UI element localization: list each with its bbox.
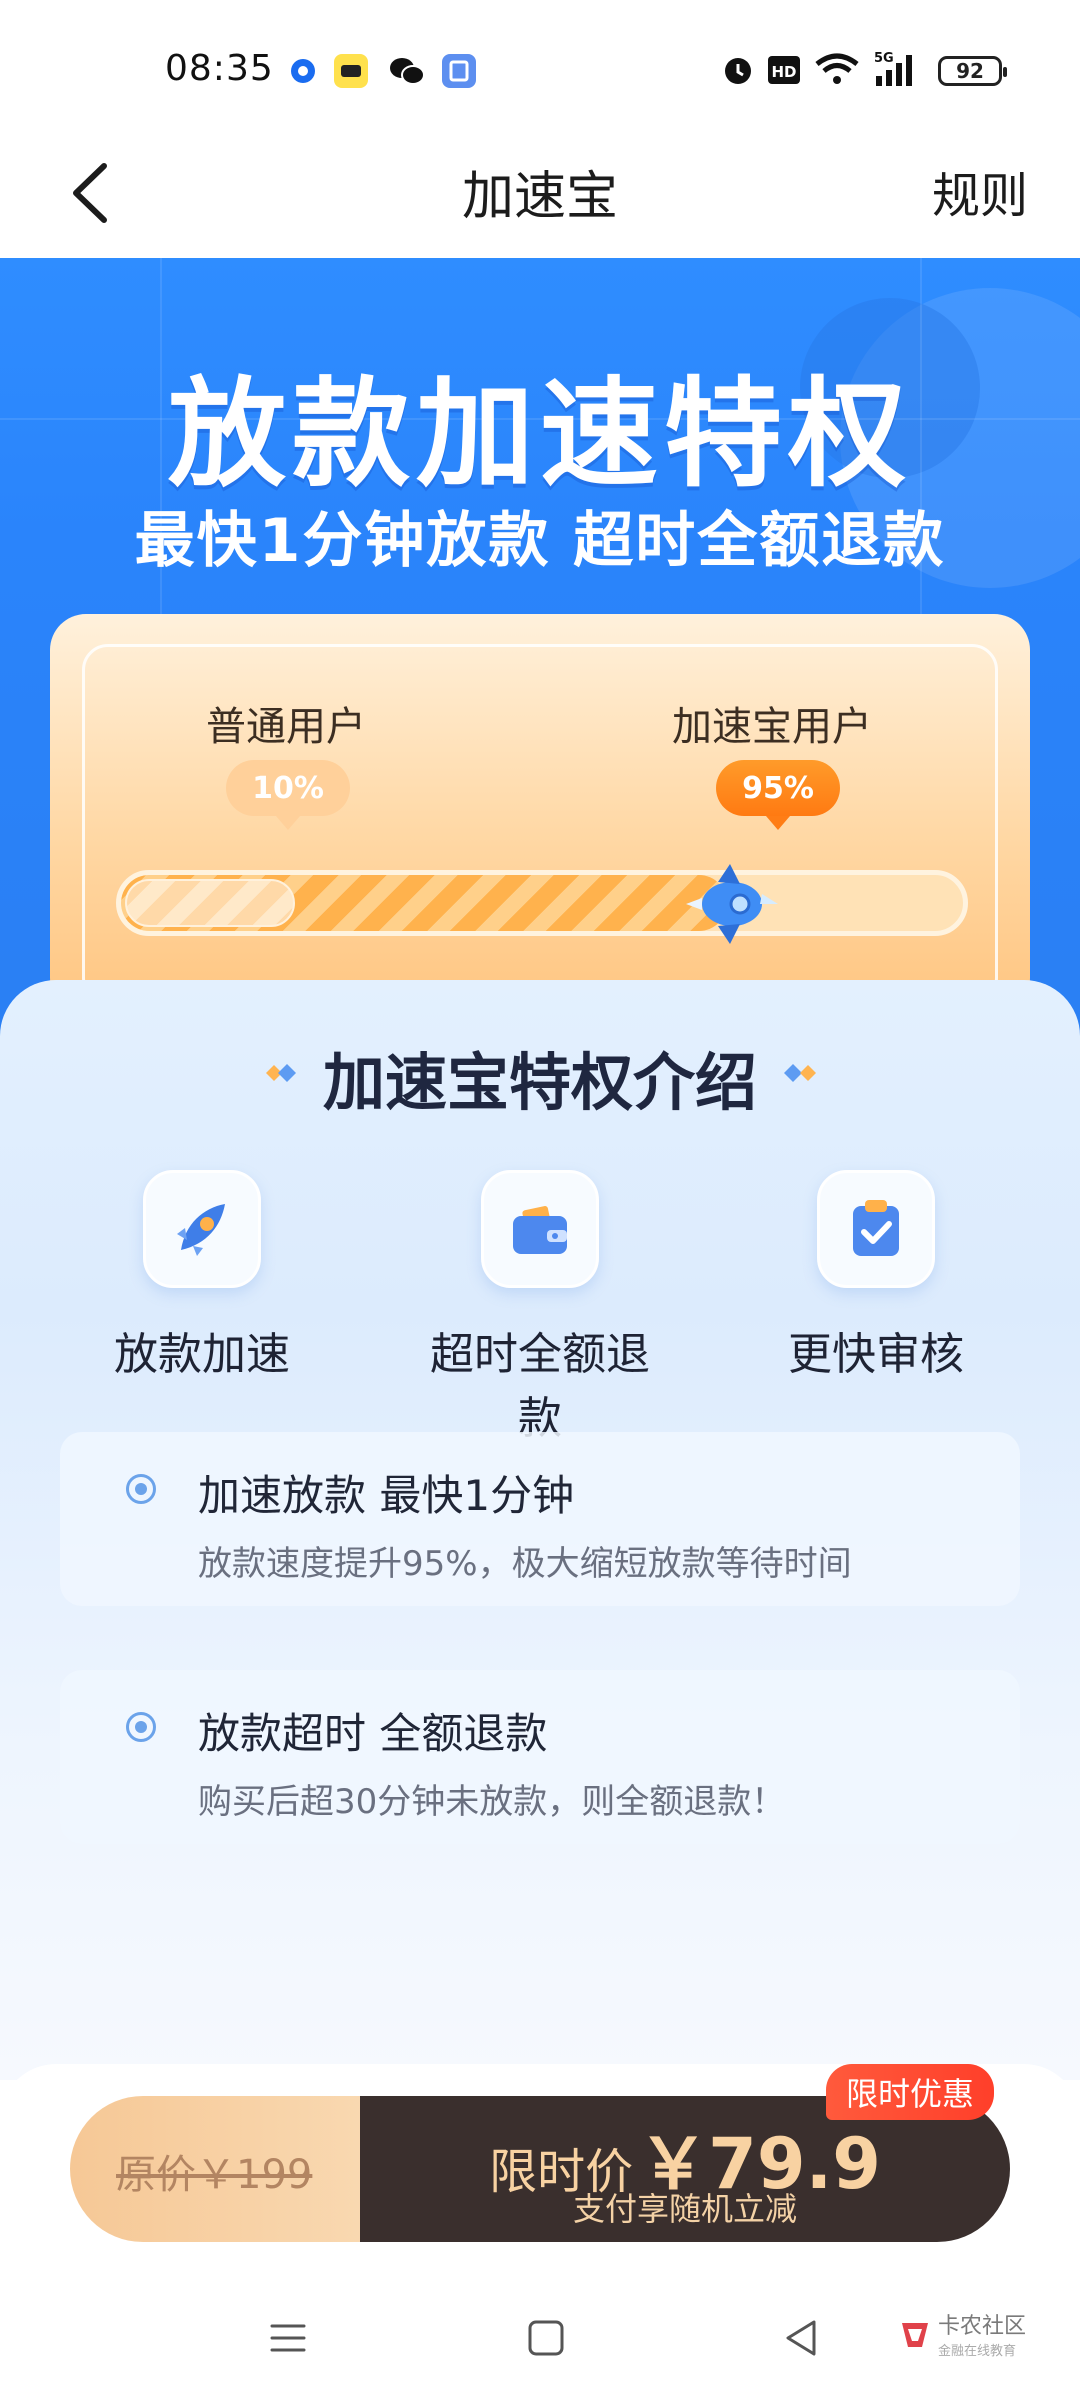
diamond-decoration-right-icon (784, 1064, 816, 1082)
normal-progress-segment (125, 879, 295, 927)
feature-faster-review: 更快审核 (746, 1170, 1006, 1382)
hd-icon: HD (766, 50, 802, 90)
svg-text:HD: HD (771, 63, 796, 81)
feature-label: 超时全额退款 (430, 1329, 650, 1444)
vip-user-label: 加速宝用户 (672, 704, 872, 750)
hero-banner: 放款加速特权 最快1分钟放款 超时全额退款 普通用户 加速宝用户 10% 95% (0, 258, 1080, 1058)
top-nav: 加速宝 规则 (0, 130, 1080, 258)
back-nav-icon[interactable] (782, 2318, 822, 2358)
page-title: 加速宝 (461, 167, 618, 227)
alarm-icon (720, 50, 756, 90)
svg-text:5G: 5G (874, 51, 894, 66)
hero-subtitle: 最快1分钟放款 超时全额退款 (134, 506, 946, 576)
watermark: 卡农社区 金融在线教育 (898, 2308, 1026, 2359)
wallet-icon (481, 1170, 599, 1288)
menu-nav-icon[interactable] (268, 2318, 308, 2358)
app-notification-icon (286, 54, 320, 88)
status-time: 08:35 (165, 48, 274, 89)
feature-loan-speed: 放款加速 (72, 1170, 332, 1382)
bullet-icon (126, 1712, 156, 1742)
rong-notification-icon (442, 54, 476, 88)
benefit-title: 加速放款 最快1分钟 (198, 1471, 575, 1520)
original-price: 原价￥199 (116, 2152, 313, 2198)
normal-percent-badge: 10% (226, 760, 350, 830)
benefit-desc: 购买后超30分钟未放款，则全额退款！ (198, 1782, 786, 1822)
normal-user-label: 普通用户 (206, 704, 366, 750)
speed-progress-bar (116, 870, 968, 936)
original-price-area: 原价￥199 (70, 2096, 360, 2242)
benefit-desc: 放款速度提升95%，极大缩短放款等待时间 (198, 1544, 852, 1584)
signal-5g-icon: 5G (872, 50, 922, 90)
feature-label: 更快审核 (788, 1329, 964, 1380)
purchase-bar: 原价￥199 限时价 ￥79.9 支付享随机立减 限时优惠 (0, 2064, 1080, 2274)
sale-subtext: 支付享随机立减 (572, 2190, 797, 2228)
home-nav-icon[interactable] (526, 2318, 566, 2358)
battery-indicator: 92 (938, 56, 1007, 86)
rocket-icon (686, 864, 779, 944)
speed-compare-card: 普通用户 加速宝用户 10% 95% (50, 614, 1030, 1014)
vip-percent-badge: 95% (716, 760, 840, 830)
benefit-title: 放款超时 全额退款 (198, 1709, 548, 1758)
benefit-item-refund: 放款超时 全额退款 购买后超30分钟未放款，则全额退款！ (60, 1670, 1020, 1844)
clipboard-check-icon (817, 1170, 935, 1288)
watermark-title: 卡农社区 (938, 2314, 1027, 2339)
limited-offer-badge: 限时优惠 (826, 2064, 995, 2120)
watermark-subtitle: 金融在线教育 (938, 2344, 1017, 2359)
wechat-notification-icon (388, 54, 425, 88)
feature-refund: 超时全额退款 (410, 1170, 670, 1446)
section-title: 加速宝特权介绍 (322, 1046, 757, 1119)
rocket-icon (143, 1170, 261, 1288)
kanong-logo-icon (902, 2322, 928, 2347)
benefit-item-speed: 加速放款 最快1分钟 放款速度提升95%，极大缩短放款等待时间 (60, 1432, 1020, 1606)
privilege-intro-panel: 加速宝特权介绍 放款加速 超时全额退款 更快审核 加速放款 最快1分钟 放款速度… (0, 980, 1080, 2080)
hero-title: 放款加速特权 (167, 365, 912, 503)
feature-label: 放款加速 (114, 1329, 290, 1380)
status-bar: 08:35 HD 5G 92 (0, 0, 1080, 130)
rules-link[interactable]: 规则 (932, 156, 1028, 226)
xianyu-notification-icon (334, 54, 368, 88)
wifi-icon (814, 50, 860, 90)
bullet-icon (126, 1474, 156, 1504)
